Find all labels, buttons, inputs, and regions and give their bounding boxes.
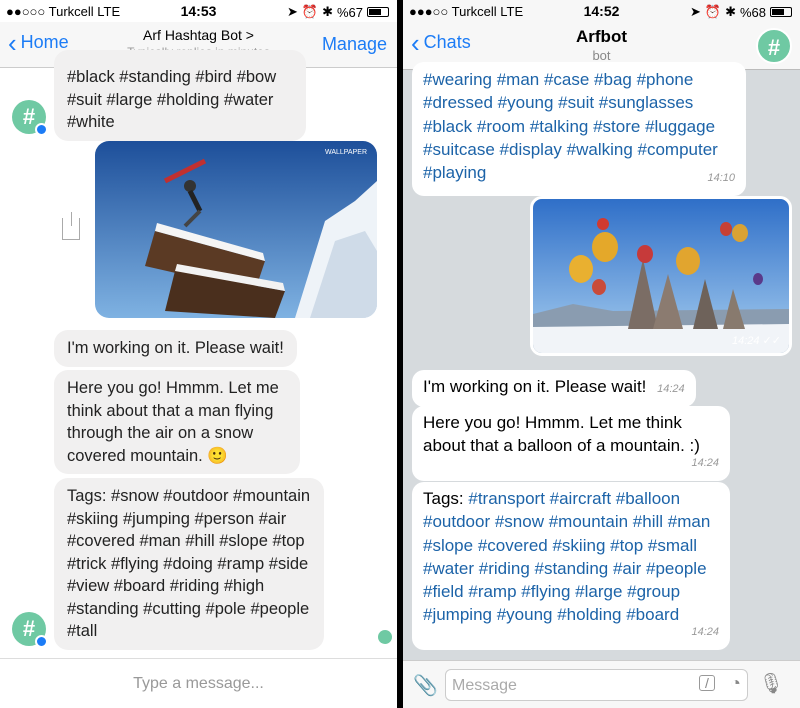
bot-command-icon[interactable]: /	[699, 675, 715, 691]
wallpaper-badge: WALLPAPER	[324, 149, 367, 156]
message-bubble: Tags: #snow #outdoor #mountain #skiing #…	[54, 478, 324, 650]
bot-avatar[interactable]: #	[756, 28, 792, 64]
message-bubble: Here you go! Hmmm. Let me think about th…	[412, 406, 730, 481]
messenger-badge-icon	[35, 123, 48, 136]
message-image[interactable]: WALLPAPER	[95, 141, 377, 318]
message-tags: #transport #aircraft #balloon #outdoor #…	[423, 489, 711, 625]
bot-avatar[interactable]: #	[12, 612, 48, 648]
messenger-screen: ●●○○○ Turkcell LTE 14:53 ➤ ⏰ ✱ %67 ‹ Hom…	[0, 0, 397, 708]
messenger-badge-icon	[35, 635, 48, 648]
message-time: 14:24	[657, 383, 685, 395]
status-bar: ●●○○○ Turkcell LTE 14:53 ➤ ⏰ ✱ %67	[0, 0, 397, 22]
battery-icon	[770, 7, 792, 17]
balloons-photo	[533, 199, 789, 353]
sticker-icon[interactable]: ◔	[730, 673, 741, 694]
message-bubble: #wearing #man #case #bag #phone #dressed…	[412, 62, 746, 197]
back-label: Home	[20, 32, 69, 52]
message-text: Here you go! Hmmm. Let me think about th…	[423, 413, 700, 456]
alarm-icon: ⏰	[704, 4, 722, 19]
image-time: 14:24 ✓✓	[731, 335, 781, 347]
back-button[interactable]: ‹ Home	[8, 27, 69, 58]
attach-icon[interactable]: 📎	[413, 673, 438, 698]
message-bubble: I'm working on it. Please wait! 14:24	[412, 370, 696, 408]
location-icon: ➤	[689, 4, 701, 19]
compose-bar: 📎 Message / ◔ 🎙	[403, 660, 800, 708]
compose-bar[interactable]: Type a message...	[0, 658, 397, 708]
snowboard-photo	[95, 141, 377, 318]
location-icon: ➤	[286, 4, 298, 19]
status-bar: ●●●○○ Turkcell LTE 14:52 ➤ ⏰ ✱ %68	[403, 0, 800, 22]
battery-percent: %67	[336, 4, 363, 20]
telegram-screen: ●●●○○ Turkcell LTE 14:52 ➤ ⏰ ✱ %68 ‹ Cha…	[403, 0, 800, 708]
message-time: 14:10	[707, 172, 735, 185]
manage-button[interactable]: Manage	[322, 34, 387, 55]
message-input[interactable]: Type a message...	[0, 675, 397, 693]
chevron-left-icon: ‹	[8, 27, 17, 58]
message-bubble: Here you go! Hmmm. Let me think about th…	[54, 370, 300, 474]
message-text: I'm working on it. Please wait!	[67, 339, 284, 357]
chat-title[interactable]: Arfbot	[403, 27, 800, 47]
battery-icon	[367, 7, 389, 17]
message-bubble: Tags: #transport #aircraft #balloon #out…	[412, 482, 730, 651]
message-text: #black #standing #bird #bow #suit #large…	[67, 68, 277, 131]
message-field[interactable]: Message / ◔	[445, 669, 748, 701]
chat-subtitle: bot	[592, 48, 611, 63]
message-text: I'm working on it. Please wait!	[423, 377, 647, 396]
chat-title[interactable]: Arf Hashtag Bot >	[100, 27, 297, 43]
message-tags: #wearing #man #case #bag #phone #dressed…	[423, 70, 718, 183]
read-receipt-avatar	[378, 630, 392, 644]
bluetooth-icon: ✱	[322, 4, 333, 19]
message-bubble: I'm working on it. Please wait!	[54, 330, 297, 367]
bot-avatar[interactable]: #	[12, 100, 48, 136]
bluetooth-icon: ✱	[725, 4, 736, 19]
tags-label: Tags:	[423, 489, 464, 508]
microphone-icon[interactable]: 🎙	[759, 671, 784, 696]
message-text: Here you go! Hmmm. Let me think about th…	[67, 379, 279, 465]
message-text: Tags: #snow #outdoor #mountain #skiing #…	[67, 487, 311, 640]
alarm-icon: ⏰	[301, 4, 319, 19]
share-icon[interactable]	[62, 212, 80, 240]
message-image[interactable]: 14:24 ✓✓	[530, 196, 792, 356]
message-bubble: #black #standing #bird #bow #suit #large…	[54, 50, 306, 141]
battery-percent: %68	[739, 4, 766, 20]
message-input[interactable]: Message	[452, 677, 517, 695]
